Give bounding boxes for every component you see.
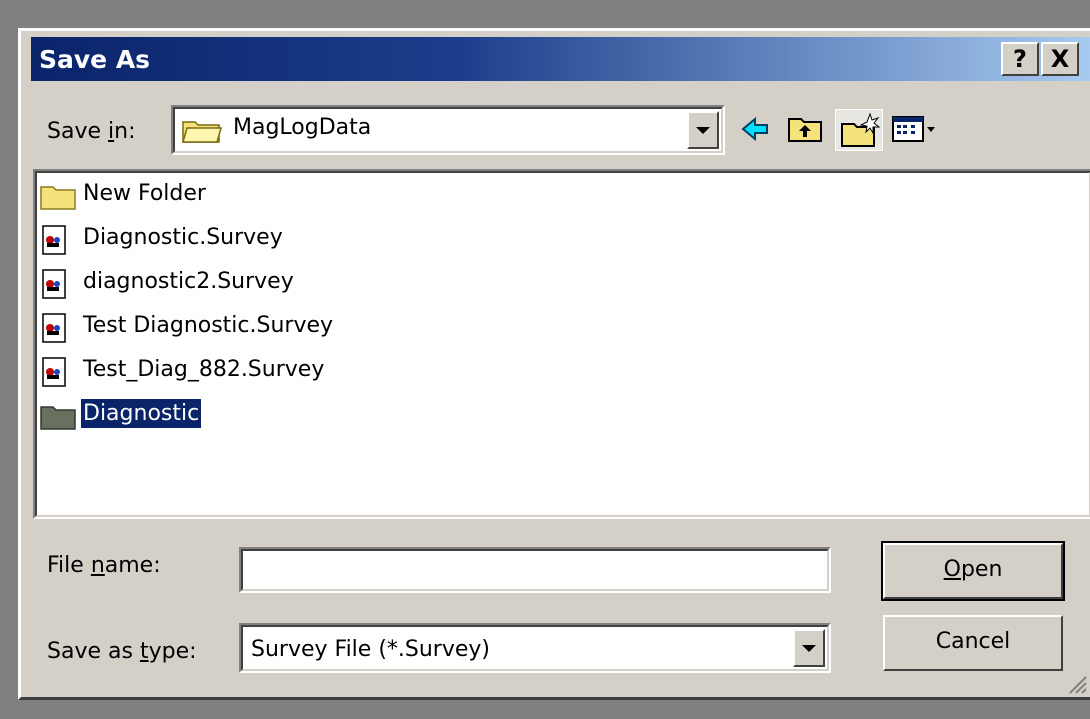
survey-file-icon	[42, 269, 66, 299]
view-menu-icon[interactable]	[889, 111, 937, 147]
save-as-type-label: Save as type:	[47, 639, 197, 664]
list-item-label: Test_Diag_882.Survey	[83, 357, 325, 382]
save-as-type-combo[interactable]: Survey File (*.Survey)	[239, 623, 831, 673]
survey-file-icon	[42, 357, 66, 387]
open-button[interactable]: Open	[881, 541, 1065, 601]
folder-icon	[40, 406, 76, 430]
file-name-input[interactable]	[239, 547, 831, 593]
survey-file-icon	[42, 313, 66, 343]
up-folder-icon[interactable]	[785, 111, 825, 147]
list-item-label: New Folder	[83, 181, 206, 206]
title-bar[interactable]: Save As ? X	[31, 37, 1090, 81]
list-item-label: Diagnostic	[79, 398, 203, 429]
resize-grip-icon[interactable]	[1066, 673, 1088, 695]
save-as-type-value: Survey File (*.Survey)	[251, 637, 491, 662]
window-title: Save As	[39, 45, 151, 74]
save-in-dropdown-button[interactable]	[687, 111, 719, 149]
help-button[interactable]: ?	[1001, 42, 1039, 76]
folder-open-icon	[182, 121, 222, 143]
list-item-label: Test Diagnostic.Survey	[83, 313, 334, 338]
close-button[interactable]: X	[1041, 42, 1079, 76]
save-in-label: Save in:	[47, 119, 136, 144]
file-list[interactable]: New Folder Diagnostic.Survey diagnostic2…	[33, 169, 1090, 519]
back-icon[interactable]	[735, 111, 775, 147]
save-as-type-dropdown-button[interactable]	[793, 629, 825, 667]
survey-file-icon	[42, 225, 66, 255]
list-item-label: Diagnostic.Survey	[83, 225, 283, 250]
file-name-label: File name:	[47, 553, 161, 578]
new-folder-icon[interactable]	[835, 109, 883, 151]
folder-icon	[40, 186, 76, 210]
list-item-label: diagnostic2.Survey	[83, 269, 294, 294]
save-in-value: MagLogData	[233, 115, 372, 140]
cancel-button[interactable]: Cancel	[883, 615, 1063, 671]
save-in-combo[interactable]: MagLogData	[171, 105, 725, 155]
save-as-dialog: Save As ? X Save in: MagLogData New Fold…	[18, 28, 1090, 700]
